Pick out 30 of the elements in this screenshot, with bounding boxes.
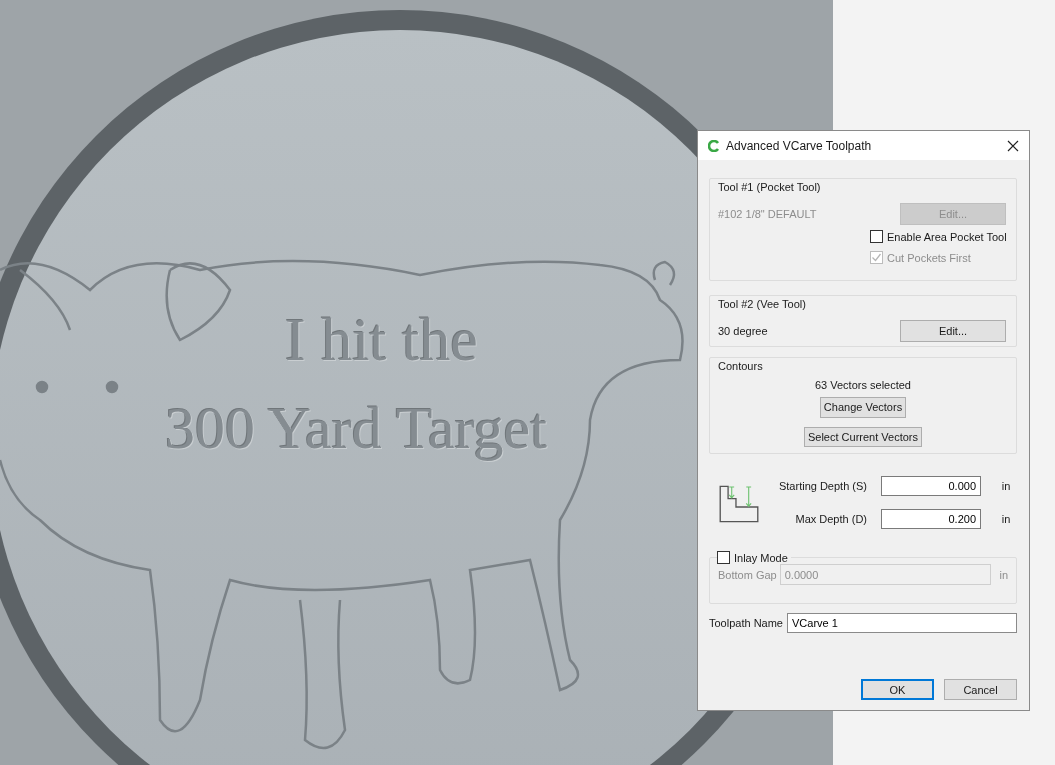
- group-label: Tool #2 (Vee Tool): [718, 298, 806, 310]
- group-label: Contours: [718, 360, 763, 372]
- field-label: Toolpath Name: [709, 617, 783, 629]
- depth-label: Starting Depth (S): [777, 480, 867, 492]
- vectors-button[interactable]: Select Current Vectors: [803, 426, 923, 447]
- group-label: Tool #1 (Pocket Tool): [718, 181, 821, 193]
- dialog-button[interactable]: Cancel: [944, 679, 1017, 700]
- depth-label: Max Depth (D): [794, 513, 867, 525]
- checkbox[interactable]: [870, 230, 883, 243]
- depth-input[interactable]: 0.000: [881, 476, 981, 496]
- close-icon[interactable]: [1007, 139, 1019, 152]
- carved-text: I hit the: [285, 308, 478, 370]
- unit-label: in: [999, 568, 1008, 581]
- unit-label: in: [1000, 480, 1012, 492]
- app-logo-icon: [708, 139, 720, 152]
- toolpath-name-input[interactable]: VCarve 1: [787, 613, 1017, 633]
- tool-name: 30 degree: [718, 325, 768, 337]
- checkbox-label: Inlay Mode: [734, 551, 788, 564]
- vectors-button[interactable]: Change Vectors: [819, 397, 907, 418]
- checkbox[interactable]: [717, 551, 730, 564]
- depth-input[interactable]: 0.200: [881, 509, 981, 529]
- field-label: Bottom Gap: [718, 568, 777, 581]
- edit-button[interactable]: Edit...: [900, 320, 1006, 342]
- tool-name: #102 1/8" DEFAULT: [718, 208, 817, 220]
- unit-label: in: [1000, 513, 1012, 525]
- window-title: Advanced VCarve Toolpath: [726, 138, 873, 153]
- dialog-button[interactable]: OK: [861, 679, 934, 700]
- checkbox-label: Cut Pockets First: [887, 251, 971, 264]
- vectors-status: 63 Vectors selected: [815, 379, 911, 391]
- checkbox-label: Enable Area Pocket Tool: [887, 230, 1007, 243]
